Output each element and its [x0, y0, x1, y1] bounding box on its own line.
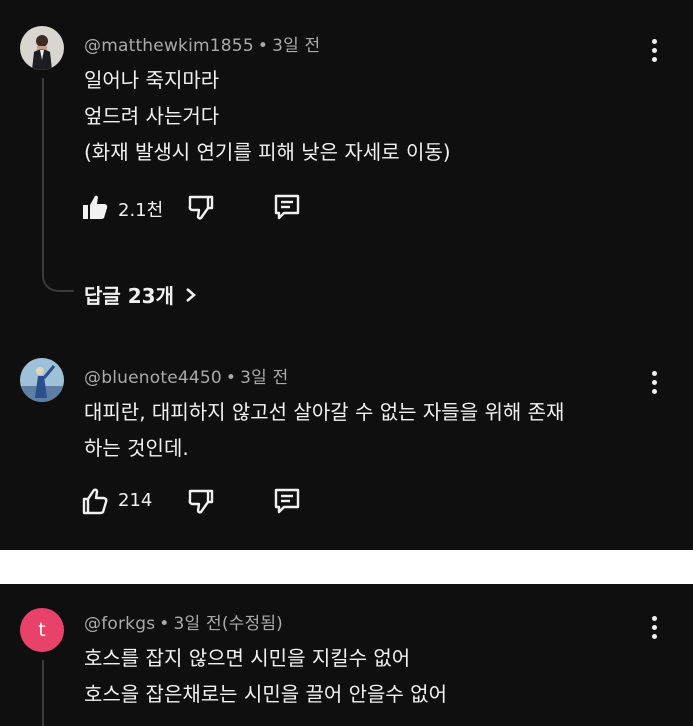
comment-text-line: 하는 것인데.: [84, 436, 189, 460]
replies-label: 답글 23개: [84, 284, 174, 308]
comment-text-line: 대피란, 대피하지 않고선 살아갈 수 없는 자들을 위해 존재: [84, 400, 565, 424]
comment-header: @bluenote4450 • 3일 전: [84, 368, 289, 388]
thumbs-up-icon[interactable]: [80, 486, 110, 516]
more-vertical-icon[interactable]: [644, 367, 664, 397]
comment-item: @matthewkim1855 • 3일 전 일어나 죽지마라 엎드려 사는거다 (…: [0, 0, 693, 320]
comment-reply-icon[interactable]: [272, 486, 302, 516]
comment-header: @matthewkim1855 • 3일 전: [84, 36, 321, 56]
username[interactable]: @bluenote4450: [84, 368, 222, 388]
person-in-suit-avatar: [20, 26, 64, 70]
comment-text-line: (화재 발생시 연기를 피해 낮은 자세로 이동): [84, 140, 451, 164]
like-count: 2.1천: [118, 200, 164, 221]
comment-text-line: 호스를 잡지 않으면 시민을 지킬수 없어: [84, 646, 411, 670]
thumbs-down-icon[interactable]: [186, 486, 216, 516]
thumbs-down-icon[interactable]: [186, 192, 216, 222]
blue-figure-avatar: [20, 358, 64, 402]
comment-text-line: 엎드려 사는거다: [84, 104, 220, 128]
timestamp[interactable]: 3일 전: [240, 368, 288, 388]
more-vertical-icon[interactable]: [644, 612, 664, 642]
edited-label: (수정됨): [221, 614, 284, 634]
username[interactable]: @forkgs: [84, 614, 155, 634]
comment-item: t @forkgs • 3일 전(수정됨) 호스를 잡지 않으면 시민을 지킬수 없…: [0, 584, 693, 726]
comments-panel-bottom: t @forkgs • 3일 전(수정됨) 호스를 잡지 않으면 시민을 지킬수 없…: [0, 584, 693, 726]
more-vertical-icon[interactable]: [644, 35, 664, 65]
avatar[interactable]: [20, 26, 64, 70]
timestamp[interactable]: 3일 전: [272, 36, 320, 56]
thread-line: [42, 660, 44, 726]
avatar-letter: t: [38, 619, 46, 641]
comment-text-line: 호스을 잡은채로는 시민을 끌어 안을수 없어: [84, 682, 447, 706]
comment-reply-icon[interactable]: [272, 192, 302, 222]
avatar[interactable]: t: [20, 608, 64, 652]
like-count: 214: [118, 490, 153, 511]
comment-item: @bluenote4450 • 3일 전 대피란, 대피하지 않고선 살아갈 수 없…: [0, 350, 693, 540]
comment-actions: 214: [80, 486, 340, 522]
avatar[interactable]: [20, 358, 64, 402]
comments-panel-top: @matthewkim1855 • 3일 전 일어나 죽지마라 엎드려 사는거다 (…: [0, 0, 693, 550]
comment-header: @forkgs • 3일 전(수정됨): [84, 614, 284, 634]
comment-text-line: 일어나 죽지마라: [84, 68, 220, 92]
thumbs-up-icon[interactable]: [80, 192, 110, 222]
chevron-right-icon: [186, 287, 196, 302]
timestamp[interactable]: 3일 전: [174, 614, 222, 634]
thread-line: [42, 78, 74, 292]
comment-actions: 2.1천: [80, 192, 340, 228]
replies-toggle[interactable]: 답글 23개: [84, 280, 198, 309]
username[interactable]: @matthewkim1855: [84, 36, 254, 56]
